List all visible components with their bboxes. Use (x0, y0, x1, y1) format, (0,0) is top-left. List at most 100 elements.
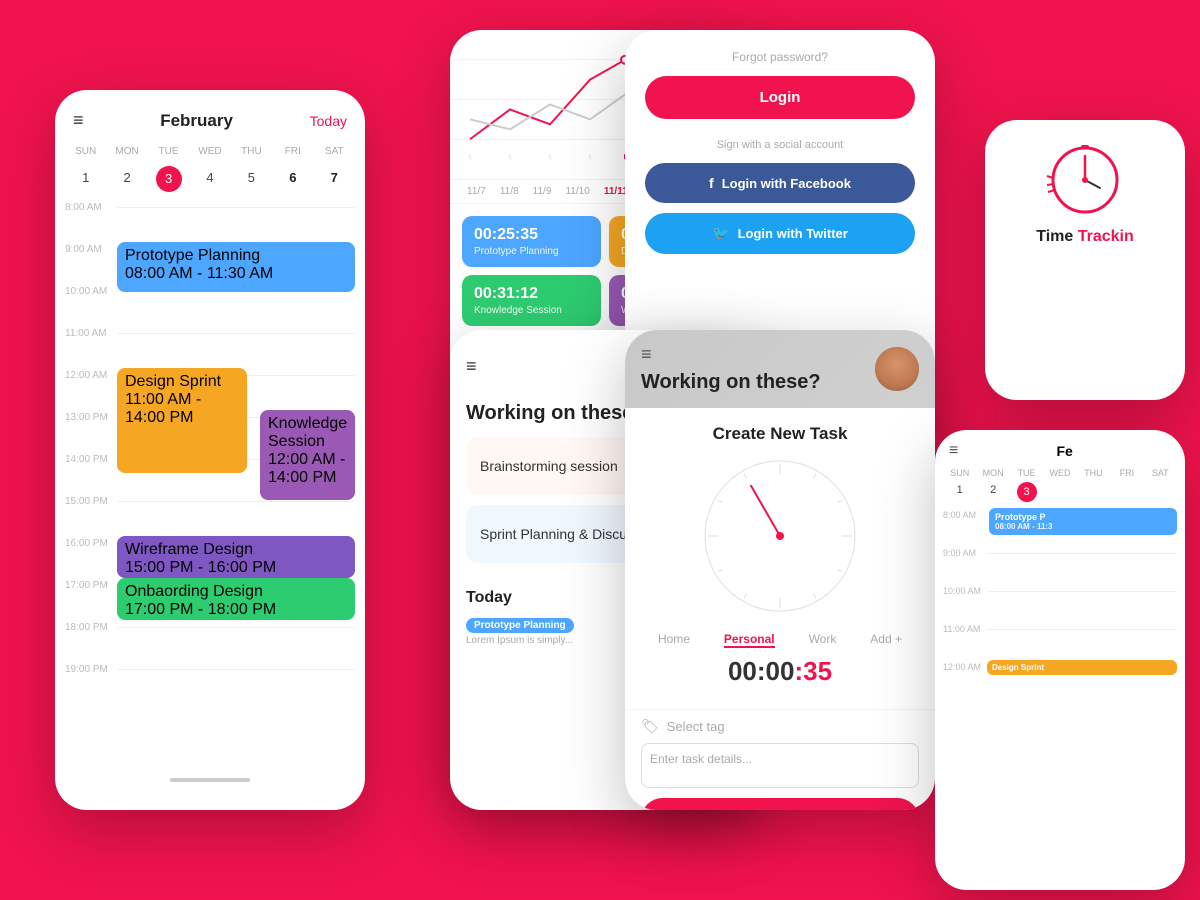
p7-date-3[interactable]: 3 (1017, 482, 1037, 502)
timer-label: Knowledge Session (474, 305, 589, 316)
event-time: 11:00 AM - 14:00 PM (125, 391, 239, 427)
event-knowledge-session[interactable]: Knowledge Session 12:00 AM - 14:00 PM (260, 410, 355, 500)
time-label-8am: 8:00 AM (65, 200, 117, 213)
time-11am: 11:00 AM (943, 622, 987, 634)
day-fri: FRI (1110, 468, 1143, 478)
event-time: 12:00 AM - 14:00 PM (268, 451, 347, 487)
working-title: Working on these? (641, 371, 821, 394)
time-label-2pm: 14:00 PM (65, 452, 117, 465)
clock-icon (1045, 140, 1125, 220)
phone7-dates: 1 2 3 (935, 480, 1185, 508)
twitter-icon: 🐦 (712, 225, 729, 242)
time-label-12pm: 12:00 AM (65, 368, 117, 381)
facebook-login-button[interactable]: f Login with Facebook (645, 163, 915, 203)
task-tag: Prototype Planning (466, 618, 574, 633)
p7-date-2[interactable]: 2 (976, 482, 1009, 502)
event-title: Prototype P (995, 512, 1171, 522)
timer-time: 00:31:12 (474, 285, 589, 303)
menu-icon[interactable]: ≡ (73, 110, 84, 131)
day-thu: THU (231, 143, 272, 160)
timer-dial (700, 456, 860, 616)
cal-date-2[interactable]: 2 (106, 166, 147, 192)
login-content: Forgot password? Login Sign with a socia… (625, 30, 935, 280)
cal-date-4[interactable]: 4 (189, 166, 230, 192)
calendar-phone: ≡ February Today SUN MON TUE WED THU FRI… (55, 90, 365, 810)
timer-knowledge[interactable]: 00:31:12 Knowledge Session (462, 275, 601, 326)
time-tracking-title: Time Trackin (1036, 228, 1134, 246)
time-10am: 10:00 AM (943, 584, 987, 596)
time-label-11am: 11:00 AM (65, 326, 117, 339)
time-label-3pm: 15:00 PM (65, 494, 117, 507)
timer-display: 00:00:35 (641, 656, 919, 687)
day-thu: THU (1077, 468, 1110, 478)
event-title: Design Sprint (125, 373, 239, 391)
date-1110[interactable]: 11/10 (565, 186, 589, 197)
tab-work[interactable]: Work (809, 632, 837, 648)
phone7-header: ≡ Fe (935, 430, 1185, 466)
event-prototype[interactable]: Prototype P08:00 AM - 11:3 (989, 508, 1177, 535)
home-bar (170, 778, 250, 782)
title-accent: Trackin (1078, 228, 1134, 245)
event-time: 08:00 AM - 11:30 AM (125, 265, 347, 283)
create-task-card: Create New Task (625, 408, 935, 709)
cal-date-6[interactable]: 6 (272, 166, 313, 192)
event-onboarding-design[interactable]: Onbaording Design 17:00 PM - 18:00 PM (117, 578, 355, 620)
task-name: Brainstorming session (480, 458, 618, 474)
date-1118[interactable]: 11/8 (500, 186, 519, 197)
task-tabs: Home Personal Work Add + (641, 626, 919, 656)
tab-add[interactable]: Add + (870, 632, 902, 648)
time-8am: 8:00 AM (943, 508, 987, 520)
timer-time: 00:25:35 (474, 226, 589, 244)
cal-date-5[interactable]: 5 (231, 166, 272, 192)
date-1117[interactable]: 11/7 (467, 186, 486, 197)
facebook-icon: f (709, 175, 714, 191)
timer-seconds: :35 (794, 656, 832, 686)
event-title: Knowledge Session (268, 415, 347, 451)
cal-date-3[interactable]: 3 (156, 166, 182, 192)
cal-date-7[interactable]: 7 (314, 166, 355, 192)
time-label-6pm: 18:00 PM (65, 620, 117, 633)
tag-label[interactable]: Select tag (667, 719, 725, 734)
time-label-4pm: 16:00 PM (65, 536, 117, 549)
tab-home[interactable]: Home (658, 632, 690, 648)
save-task-button[interactable]: Save (641, 798, 919, 810)
event-prototype-planning[interactable]: Prototype Planning 08:00 AM - 11:30 AM (117, 242, 355, 292)
cal-date-1[interactable]: 1 (65, 166, 106, 192)
menu-icon[interactable]: ≡ (466, 356, 477, 377)
create-task-phone: ≡ Working on these? Create New Task (625, 330, 935, 810)
create-task-title: Create New Task (641, 424, 919, 444)
calendar-days-header: SUN MON TUE WED THU FRI SAT (55, 139, 365, 164)
time-9am: 9:00 AM (943, 546, 987, 558)
phone7-timeline: 8:00 AMPrototype P08:00 AM - 11:3 9:00 A… (935, 508, 1185, 696)
menu-icon[interactable]: ≡ (641, 344, 821, 365)
timer-main: 00:00 (728, 656, 795, 686)
time-label-1pm: 13:00 PM (65, 410, 117, 423)
event-wireframe-design[interactable]: Wireframe Design 15:00 PM - 16:00 PM (117, 536, 355, 578)
task-details-input[interactable]: Enter task details... (641, 743, 919, 788)
day-sun: SUN (65, 143, 106, 160)
twitter-login-button[interactable]: 🐦 Login with Twitter (645, 213, 915, 254)
forgot-password-link[interactable]: Forgot password? (645, 50, 915, 64)
timer-prototype[interactable]: 00:25:35 Prototype Planning (462, 216, 601, 267)
event-design-sprint[interactable]: Design Sprint 11:00 AM - 14:00 PM (117, 368, 247, 473)
month-label: Fe (1057, 443, 1073, 459)
phone4-header: ≡ Working on these? (625, 330, 935, 408)
calendar-phone-small: ≡ Fe SUN MON TUE WED THU FRI SAT 1 2 3 8… (935, 430, 1185, 890)
date-1119[interactable]: 11/9 (533, 186, 552, 197)
p7-date-1[interactable]: 1 (943, 482, 976, 502)
time-label-7pm: 19:00 PM (65, 662, 117, 675)
day-wed: WED (189, 143, 230, 160)
day-sun: SUN (943, 468, 976, 478)
event-design[interactable]: Design Sprint (987, 660, 1177, 675)
day-sat: SAT (1144, 468, 1177, 478)
day-wed: WED (1043, 468, 1076, 478)
event-time: 08:00 AM - 11:3 (995, 522, 1171, 531)
calendar-timeline: 8:00 AM 9:00 AM 10:00 AM 11:00 AM 12:00 … (55, 200, 365, 770)
today-button[interactable]: Today (310, 113, 347, 129)
day-tue: TUE (148, 143, 189, 160)
event-title: Prototype Planning (125, 247, 347, 265)
time-label-9am: 9:00 AM (65, 242, 117, 255)
login-button[interactable]: Login (645, 76, 915, 119)
tab-personal[interactable]: Personal (724, 632, 775, 648)
menu-icon[interactable]: ≡ (949, 442, 958, 460)
